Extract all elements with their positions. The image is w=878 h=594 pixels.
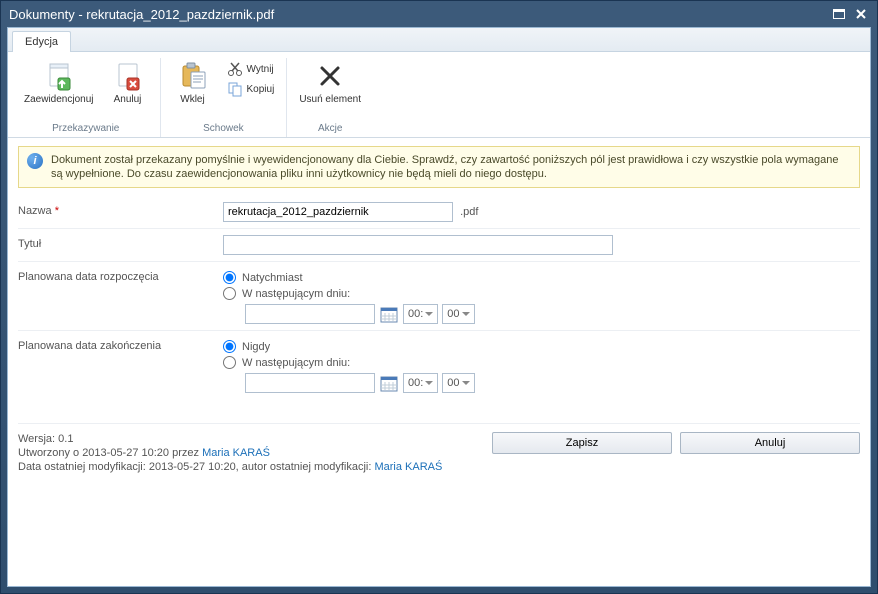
start-date-input[interactable] [245, 304, 375, 324]
created-by-link[interactable]: Maria KARAŚ [202, 447, 270, 459]
required-marker: * [55, 205, 59, 217]
checkin-icon [43, 60, 75, 92]
calendar-icon[interactable] [379, 304, 399, 324]
start-hour-select[interactable]: 00: [403, 304, 438, 324]
row-start: Planowana data rozpoczęcia Natychmiast W… [18, 262, 860, 331]
row-end: Planowana data zakończenia Nigdy W nastę… [18, 331, 860, 399]
content-panel: Edycja Zaewidencjonuj Anulu [7, 27, 871, 587]
start-min-select[interactable]: 00 [442, 304, 474, 324]
ribbon-group-przekazywanie: Zaewidencjonuj Anuluj Przekazywanie [12, 58, 161, 137]
tab-edit[interactable]: Edycja [12, 31, 71, 52]
info-icon: i [27, 153, 43, 169]
copy-button[interactable]: Kopiuj [223, 80, 279, 98]
maximize-icon[interactable] [831, 7, 847, 21]
start-radio-date[interactable] [223, 287, 236, 300]
metadata: Wersja: 0.1 Utworzony o 2013-05-27 10:20… [18, 432, 472, 474]
end-date-input[interactable] [245, 373, 375, 393]
copy-icon [227, 81, 243, 97]
window-title: Dokumenty - rekrutacja_2012_pazdziernik.… [9, 7, 825, 22]
ribbon-group-schowek: Wklej Wytnij Kopi [161, 58, 288, 137]
paste-button[interactable]: Wklej [169, 58, 217, 107]
close-icon[interactable] [853, 7, 869, 21]
cancel-icon [112, 60, 144, 92]
row-title: Tytuł [18, 229, 860, 262]
calendar-icon[interactable] [379, 373, 399, 393]
form-body: i Dokument został przekazany pomyślnie i… [8, 138, 870, 586]
cancel-button[interactable]: Anuluj [680, 432, 860, 454]
scissors-icon [227, 61, 243, 77]
checkin-button[interactable]: Zaewidencjonuj [20, 58, 98, 107]
title-input[interactable] [223, 235, 613, 255]
tabstrip: Edycja [8, 28, 870, 52]
end-hour-select[interactable]: 00: [403, 373, 438, 393]
name-input[interactable] [223, 202, 453, 222]
delete-icon [314, 60, 346, 92]
ribbon: Zaewidencjonuj Anuluj Przekazywanie [8, 52, 870, 138]
cancel-checkout-button[interactable]: Anuluj [104, 58, 152, 107]
info-text: Dokument został przekazany pomyślnie i w… [51, 153, 851, 181]
footer: Wersja: 0.1 Utworzony o 2013-05-27 10:20… [18, 423, 860, 474]
end-radio-never[interactable] [223, 340, 236, 353]
end-opt-date[interactable]: W następującym dniu: [223, 356, 860, 369]
paste-icon [177, 60, 209, 92]
end-min-select[interactable]: 00 [442, 373, 474, 393]
start-opt-now[interactable]: Natychmiast [223, 271, 860, 284]
delete-button[interactable]: Usuń element [295, 58, 365, 107]
start-radio-now[interactable] [223, 271, 236, 284]
cut-button[interactable]: Wytnij [223, 60, 279, 78]
save-button[interactable]: Zapisz [492, 432, 672, 454]
dialog-window: Dokumenty - rekrutacja_2012_pazdziernik.… [0, 0, 878, 594]
row-name: Nazwa * .pdf [18, 196, 860, 229]
end-opt-never[interactable]: Nigdy [223, 340, 860, 353]
start-opt-date[interactable]: W następującym dniu: [223, 287, 860, 300]
titlebar: Dokumenty - rekrutacja_2012_pazdziernik.… [1, 1, 877, 27]
ribbon-group-akcje: Usuń element Akcje [287, 58, 373, 137]
end-radio-date[interactable] [223, 356, 236, 369]
file-extension: .pdf [460, 206, 478, 218]
modified-by-link[interactable]: Maria KARAŚ [374, 461, 442, 473]
info-banner: i Dokument został przekazany pomyślnie i… [18, 146, 860, 188]
